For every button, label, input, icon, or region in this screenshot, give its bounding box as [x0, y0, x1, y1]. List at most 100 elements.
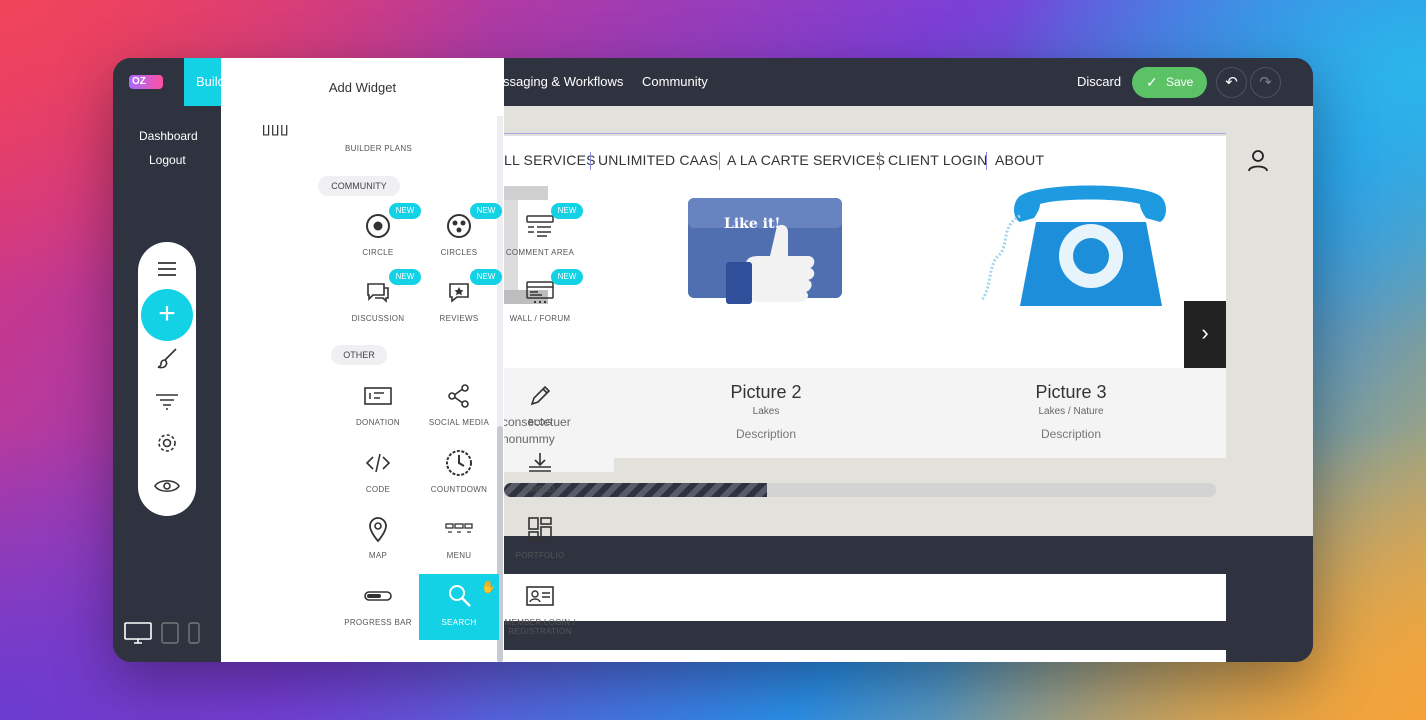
chevron-right-icon: ›: [1201, 320, 1209, 345]
app-logo[interactable]: OZ: [129, 75, 163, 89]
widget-label: PROGRESS BAR: [344, 618, 412, 627]
widget-reviews[interactable]: NEW REVIEWS: [418, 269, 502, 336]
user-icon[interactable]: [1248, 150, 1268, 177]
widget-wall-forum[interactable]: NEW WALL / FORUM: [499, 269, 583, 336]
widget-label: MAP: [368, 551, 388, 560]
redo-button[interactable]: ↷: [1250, 67, 1281, 98]
caption-2-subtitle: Lakes: [752, 406, 780, 417]
widget-social-media[interactable]: SOCIAL MEDIA: [418, 374, 500, 440]
tab-build[interactable]: Build: [184, 58, 224, 106]
undo-button[interactable]: ↶: [1216, 67, 1247, 98]
widget-menu[interactable]: MENU: [418, 507, 500, 573]
search-icon: [449, 585, 471, 607]
discussion-icon: [367, 283, 389, 303]
widget-label: CIRCLES: [440, 248, 478, 257]
builder-plans-label: BUILDER PLANS: [345, 144, 413, 153]
widget-countdown[interactable]: COUNTDOWN: [418, 441, 500, 507]
widget-label: BLOG: [528, 418, 552, 427]
widget-comment-area[interactable]: NEW COMMENT AREA: [499, 203, 583, 270]
widget-label: MEMBER LOGIN / REGISTRATION: [499, 618, 581, 636]
site-header: LL SERVICES UNLIMITED CAAS A LA CARTE SE…: [504, 136, 1268, 368]
logout-link[interactable]: Logout: [149, 153, 186, 167]
widget-blog[interactable]: BLOG: [499, 374, 581, 440]
widget-portfolio[interactable]: PORTFOLIO: [499, 507, 581, 573]
widget-search[interactable]: ✋ SEARCH: [419, 574, 499, 640]
caption-3: Picture 3 Lakes / Nature Description: [971, 382, 1171, 441]
section-community: COMMUNITY: [318, 176, 400, 196]
plus-icon: +: [158, 297, 176, 330]
site-nav-unlimited-caas[interactable]: UNLIMITED CAAS: [598, 152, 718, 168]
caption-3-subtitle: Lakes / Nature: [1038, 406, 1104, 417]
save-label: Save: [1166, 75, 1194, 89]
widget-label-line1: MEMBER LOGIN /: [504, 618, 576, 627]
builder-plans-icon: [263, 125, 288, 136]
widget-progress-bar[interactable]: PROGRESS BAR: [337, 574, 419, 640]
circle-icon: [366, 214, 390, 238]
widget-label: DISCUSSION: [351, 314, 405, 323]
widget-member-login[interactable]: MEMBER LOGIN / REGISTRATION: [499, 574, 581, 640]
widget-label: COUNTDOWN: [430, 485, 488, 494]
site-nav-services[interactable]: LL SERVICES: [504, 152, 596, 168]
brush-icon[interactable]: [138, 346, 196, 375]
gear-icon[interactable]: [138, 432, 196, 459]
slide-image-3: [980, 182, 1180, 310]
slide-image-2: Like it!: [686, 196, 844, 306]
site-nav-a-la-carte[interactable]: A LA CARTE SERVICES: [727, 152, 885, 168]
reviews-icon: [449, 283, 469, 303]
like-sign-text: Like it!: [724, 216, 781, 232]
widget-discussion[interactable]: NEW DISCUSSION: [337, 269, 421, 336]
page-canvas: LL SERVICES UNLIMITED CAAS A LA CARTE SE…: [502, 106, 1313, 662]
caption-3-desc: Description: [1040, 427, 1102, 441]
widget-builder-plans[interactable]: [263, 106, 419, 172]
redo-icon: ↷: [1259, 74, 1272, 91]
site-nav-client-login[interactable]: CLIENT LOGIN: [888, 152, 987, 168]
save-button[interactable]: ✓ Save: [1132, 67, 1207, 98]
widget-map[interactable]: MAP: [337, 507, 419, 573]
member-login-icon: [526, 586, 554, 606]
widget-label: PORTFOLIO: [515, 551, 565, 560]
new-badge: NEW: [551, 203, 583, 219]
add-widget-button[interactable]: +: [141, 289, 193, 341]
widget-embed[interactable]: EMBED: [499, 441, 581, 507]
hand-cursor-icon: ✋: [481, 580, 496, 594]
share-icon: [448, 384, 469, 408]
widget-label: EMBED: [525, 485, 555, 494]
add-widget-panel: Add Widget BUILDER PLANS COMMUNITY NEW C…: [221, 58, 583, 662]
progress-bar-icon: [364, 591, 392, 601]
widget-circle[interactable]: NEW CIRCLE: [337, 203, 421, 270]
widget-label: CIRCLE: [362, 248, 394, 257]
donation-icon: [364, 387, 392, 405]
discard-button[interactable]: Discard: [1077, 74, 1121, 89]
widget-circles[interactable]: NEW CIRCLES: [418, 203, 502, 270]
panel-title: Add Widget: [328, 80, 397, 95]
eye-icon[interactable]: [138, 478, 196, 499]
widget-label: REVIEWS: [439, 314, 479, 323]
countdown-icon: [446, 450, 472, 476]
nav-divider: [719, 152, 720, 170]
widget-code[interactable]: CODE: [337, 441, 419, 507]
portfolio-icon: [528, 517, 552, 541]
map-pin-icon: [369, 517, 387, 543]
tablet-icon[interactable]: [161, 622, 179, 644]
page-preview: LL SERVICES UNLIMITED CAAS A LA CARTE SE…: [502, 106, 1313, 536]
widget-label: SOCIAL MEDIA: [428, 418, 490, 427]
filter-icon[interactable]: [138, 394, 196, 415]
pencil-icon: [530, 385, 551, 406]
tab-community[interactable]: Community: [642, 74, 708, 89]
phone-icon[interactable]: [188, 622, 200, 644]
nav-divider: [879, 152, 880, 170]
carousel-next-button[interactable]: ›: [1184, 301, 1226, 368]
new-badge: NEW: [389, 269, 421, 285]
comment-area-icon: [526, 215, 554, 237]
divider: [504, 133, 1226, 134]
caption-2-desc: Description: [735, 427, 797, 441]
widget-label: MENU: [446, 551, 472, 560]
tab-messaging-workflows[interactable]: ssaging & Workflows: [503, 74, 623, 89]
site-nav-about[interactable]: ABOUT: [995, 152, 1044, 168]
menu-icon[interactable]: [138, 262, 196, 281]
dashboard-link[interactable]: Dashboard: [139, 129, 198, 143]
widget-donation[interactable]: DONATION: [337, 374, 419, 440]
desktop-icon[interactable]: [124, 622, 152, 644]
caption-2-title: Picture 2: [730, 382, 802, 402]
widget-label: WALL / FORUM: [509, 314, 571, 323]
